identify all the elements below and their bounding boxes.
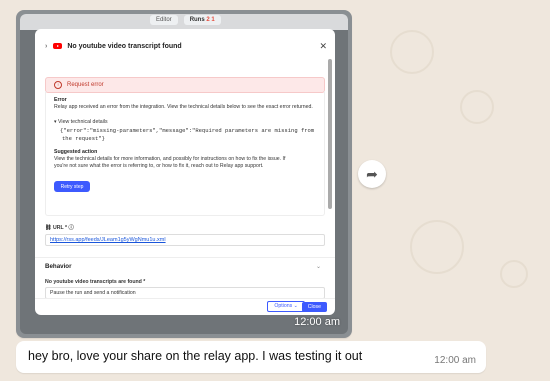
retry-step-button: Retry step — [54, 181, 90, 192]
wallpaper-doodle — [460, 90, 494, 124]
dialog-header: › No youtube video transcript found ✕ — [45, 39, 327, 53]
image-message[interactable]: Editor Runs 2 1 › No youtube video trans… — [16, 10, 352, 338]
tab-editor: Editor — [150, 15, 178, 25]
suggested-text-1: View the technical details for more info… — [54, 156, 286, 162]
suggested-action-heading: Suggested action — [54, 149, 98, 155]
tab-runs: Runs 2 1 — [183, 15, 221, 25]
screenshot-image[interactable]: Editor Runs 2 1 › No youtube video trans… — [20, 14, 348, 334]
message-text: hey bro, love your share on the relay ap… — [28, 349, 363, 363]
runs-badge: 2 1 — [206, 17, 215, 23]
chevron-down-icon: ⌄ — [315, 264, 321, 270]
text-message[interactable]: hey bro, love your share on the relay ap… — [16, 341, 486, 373]
error-description: Relay app received an error from the int… — [54, 104, 313, 110]
wallpaper-doodle — [390, 30, 434, 74]
suggested-text-2: you're not sure what the error is referr… — [54, 163, 264, 169]
scrollbar — [328, 59, 332, 209]
image-message-time: 12:00 am — [294, 316, 340, 328]
error-json-line1: {"error":"missing-parameters","message":… — [60, 127, 315, 134]
error-heading: Error — [54, 97, 67, 103]
wallpaper-doodle — [500, 260, 528, 288]
forward-button[interactable]: ➦ — [358, 160, 386, 188]
behavior-label: No youtube video transcripts are found * — [45, 279, 146, 285]
error-details: Error Relay app received an error from t… — [45, 91, 325, 216]
message-time: 12:00 am — [434, 355, 476, 366]
error-json-line2: the request"} — [62, 135, 105, 142]
forward-icon: ➦ — [366, 165, 378, 182]
behavior-heading: Behavior — [45, 263, 72, 270]
close-icon: ✕ — [319, 40, 327, 51]
close-button: Close — [301, 302, 327, 312]
wallpaper-doodle — [410, 220, 464, 274]
view-technical-details: ▾ View technical details — [54, 119, 108, 125]
divider — [35, 257, 335, 258]
youtube-icon — [53, 43, 63, 49]
chevron-right-icon: › — [45, 42, 48, 50]
url-field: https://rss.app/feeds/JLeam1g5yWgNmu1u.x… — [45, 234, 325, 246]
dialog-title: No youtube video transcript found — [67, 42, 182, 50]
dialog-footer: Options ⌄ Close — [35, 298, 335, 315]
error-banner-text: Request error — [67, 82, 104, 88]
options-button: Options ⌄ — [267, 301, 305, 312]
error-dialog: › No youtube video transcript found ✕ ! … — [35, 29, 335, 315]
error-icon: ! — [54, 81, 62, 89]
url-label: ⛓ URL * ⓘ — [45, 225, 74, 231]
app-toolbar: Editor Runs 2 1 — [20, 14, 348, 30]
